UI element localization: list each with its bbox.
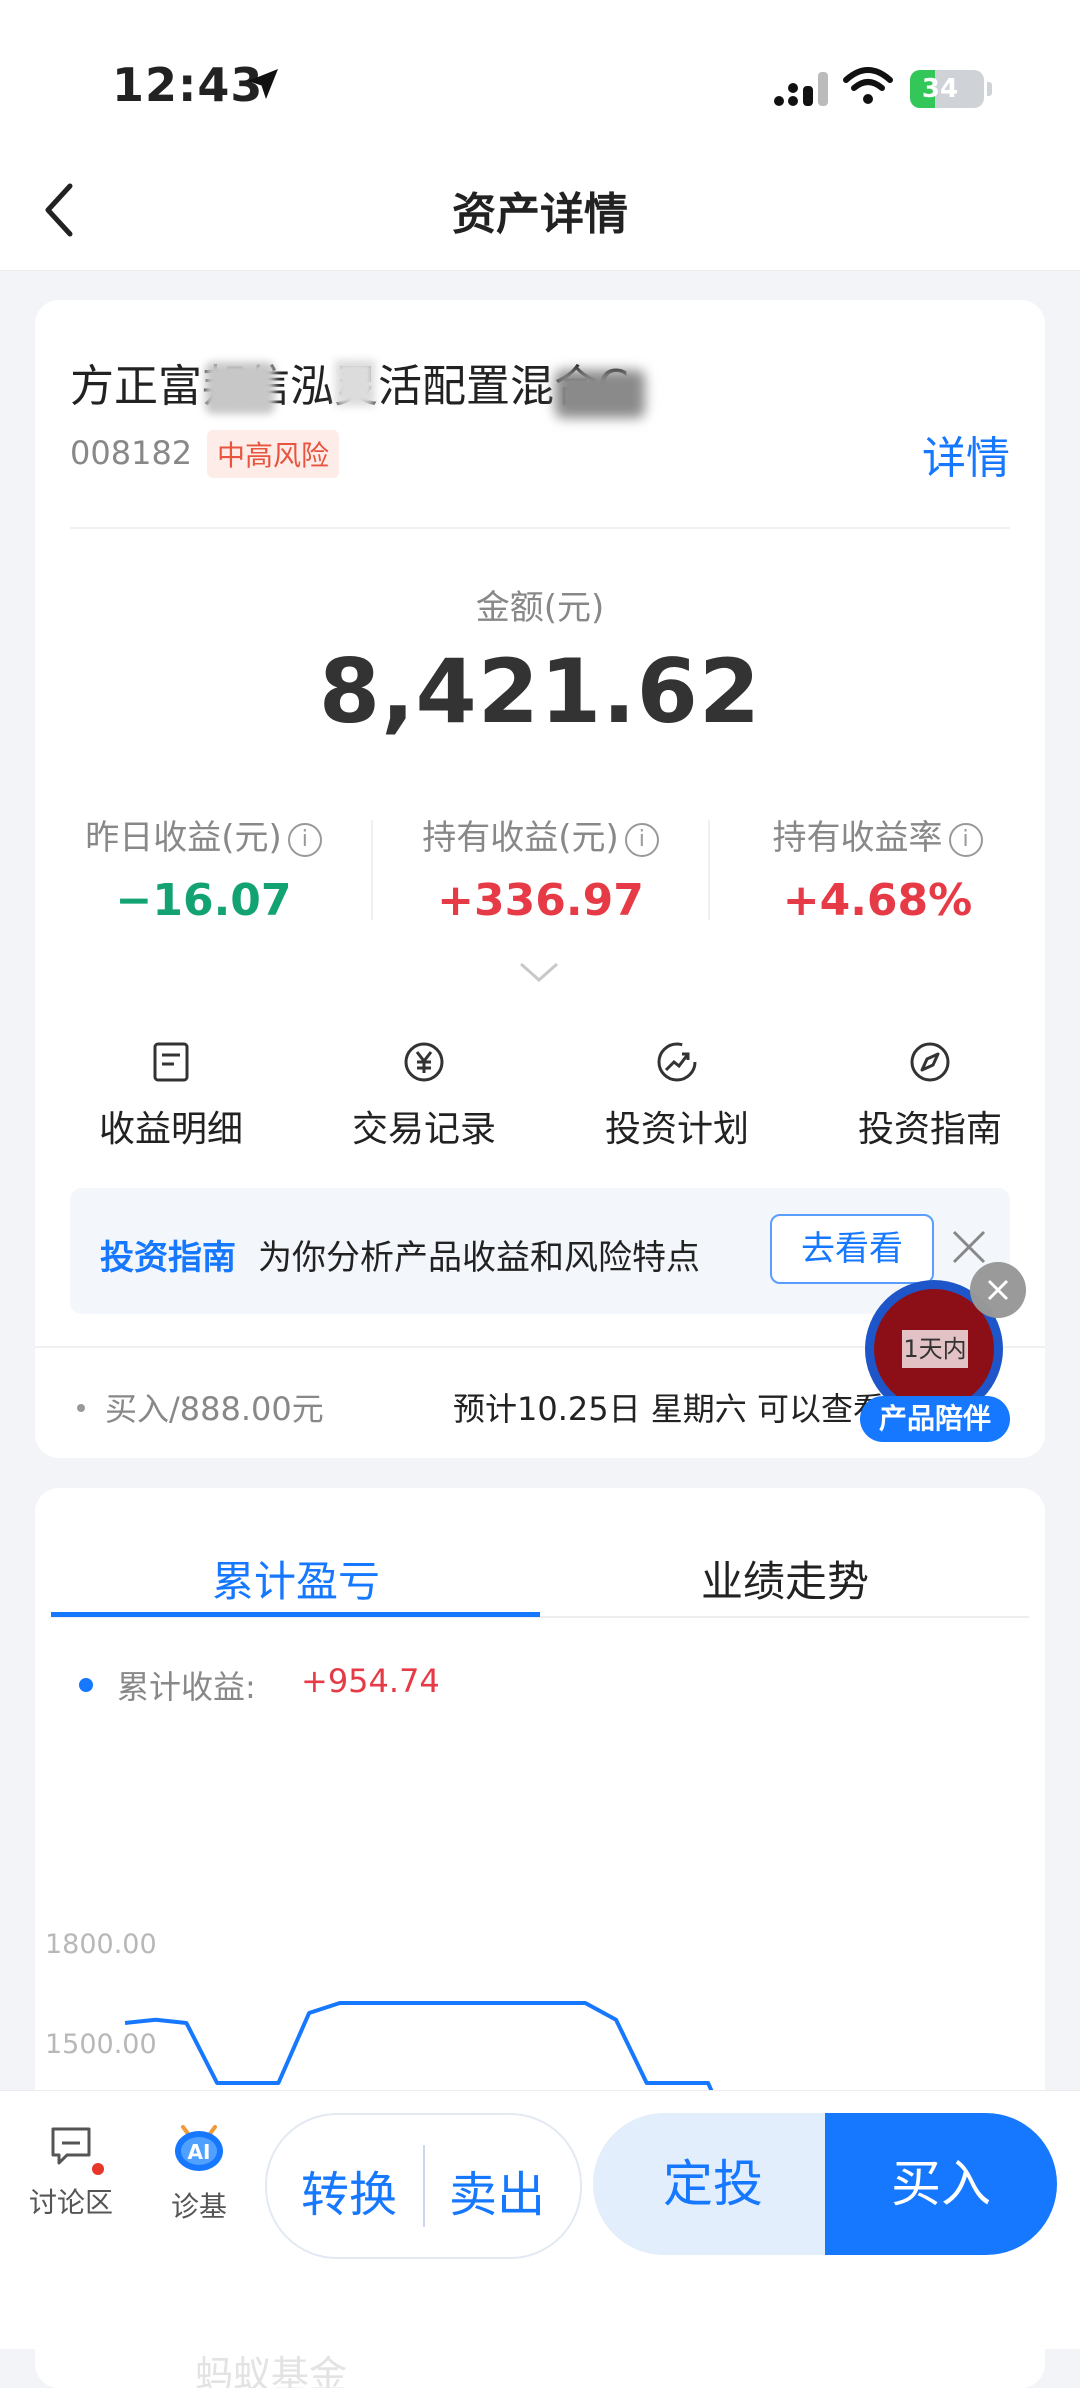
location-arrow-icon [248,69,278,99]
amount-label: 金额(元) [475,588,605,628]
auto-invest-button[interactable]: 定投 [593,2113,833,2255]
detail-link[interactable]: 详情 [922,422,1010,486]
info-icon[interactable]: i [948,822,983,857]
nav-bar: 资产详情 [0,150,1080,271]
transaction-amount: 买入/888.00元 [105,1390,324,1428]
info-icon[interactable]: i [624,822,659,857]
guide-highlight: 投资指南 [100,1238,236,1278]
action-label: 投资计划 [604,1109,749,1150]
ai-diagnosis-button[interactable]: AI 诊基 [144,2121,254,2225]
chat-icon [51,2127,91,2165]
ai-diagnosis-label: 诊基 [170,2190,227,2223]
battery-icon: 34 [910,70,992,108]
float-pill: 产品陪伴 [860,1396,1010,1442]
status-time: 12:43 [112,58,264,112]
action-label: 交易记录 [351,1109,496,1150]
divider [70,527,1010,529]
bottom-action-bar: 讨论区 AI 诊基 转换 卖出 定投 买入 [0,2090,1080,2349]
wifi-icon [843,67,893,104]
chart-watermark: 蚂蚁基金 [195,2353,347,2388]
trend-circle-icon [657,1042,697,1082]
action-income-detail[interactable]: 收益明细 [71,1040,271,1152]
y-tick-label: 1800.00 [45,1929,157,1960]
go-see-button[interactable]: 去看看 [770,1214,934,1284]
battery-level: 34 [921,74,959,104]
bullet [77,1404,85,1412]
legend-value: +954.74 [301,1662,440,1700]
divider [423,2145,425,2227]
stat-value: −16.07 [115,875,292,926]
active-tab-indicator [51,1612,540,1617]
action-invest-guide[interactable]: 投资指南 [830,1040,1030,1152]
stat-yesterday: 昨日收益(元) i −16.07 [35,810,372,926]
redaction-blur [335,360,375,406]
notification-dot [92,2163,104,2175]
redaction-blur [555,370,645,418]
y-tick-label: 1500.00 [45,2029,157,2060]
stat-label: 昨日收益(元) [85,818,282,858]
legend-label: 累计收益: [117,1668,256,1706]
discussion-button[interactable]: 讨论区 [16,2121,126,2221]
stat-value: +4.68% [782,875,973,926]
stat-label: 持有收益率 [772,818,943,858]
switch-sell-group: 转换 卖出 [265,2113,582,2259]
stat-value: +336.97 [437,875,644,926]
info-icon[interactable]: i [287,822,322,857]
svg-text:AI: AI [188,2140,211,2164]
document-icon [153,1042,189,1082]
legend-dot [79,1678,93,1692]
ai-robot-icon: AI [175,2125,223,2171]
action-trade-records[interactable]: 交易记录 [324,1040,524,1152]
stat-label: 持有收益(元) [422,818,619,858]
buy-button[interactable]: 买入 [825,2113,1057,2255]
cellular-signal-icon [774,72,828,106]
action-label: 收益明细 [98,1109,243,1150]
page-title: 资产详情 [452,189,628,240]
action-label: 投资指南 [857,1109,1002,1150]
redaction-blur [205,362,275,414]
stat-holding-profit: 持有收益(元) i +336.97 [372,810,709,926]
chevron-down-icon[interactable] [517,960,561,986]
tab-performance-trend[interactable]: 业绩走势 [540,1548,1030,1609]
tab-cumulative-pnl[interactable]: 累计盈亏 [51,1548,541,1609]
sell-button[interactable]: 卖出 [449,2155,545,2225]
switch-button[interactable]: 转换 [301,2155,397,2225]
risk-badge: 中高风险 [207,430,340,478]
action-invest-plan[interactable]: 投资计划 [577,1040,777,1152]
compass-icon [910,1042,950,1082]
amount-value: 8,421.62 [318,640,762,743]
float-tag: 1天内 [902,1330,968,1368]
status-bar: 12:43 34 [0,0,1080,150]
guide-description: 为你分析产品收益和风险特点 [258,1238,700,1278]
discussion-label: 讨论区 [28,2186,113,2219]
stat-holding-rate: 持有收益率 i +4.68% [709,810,1046,926]
close-icon[interactable] [950,1228,988,1266]
close-icon[interactable] [970,1262,1026,1318]
yen-circle-icon [404,1042,444,1082]
fund-code: 008182 [70,434,193,472]
